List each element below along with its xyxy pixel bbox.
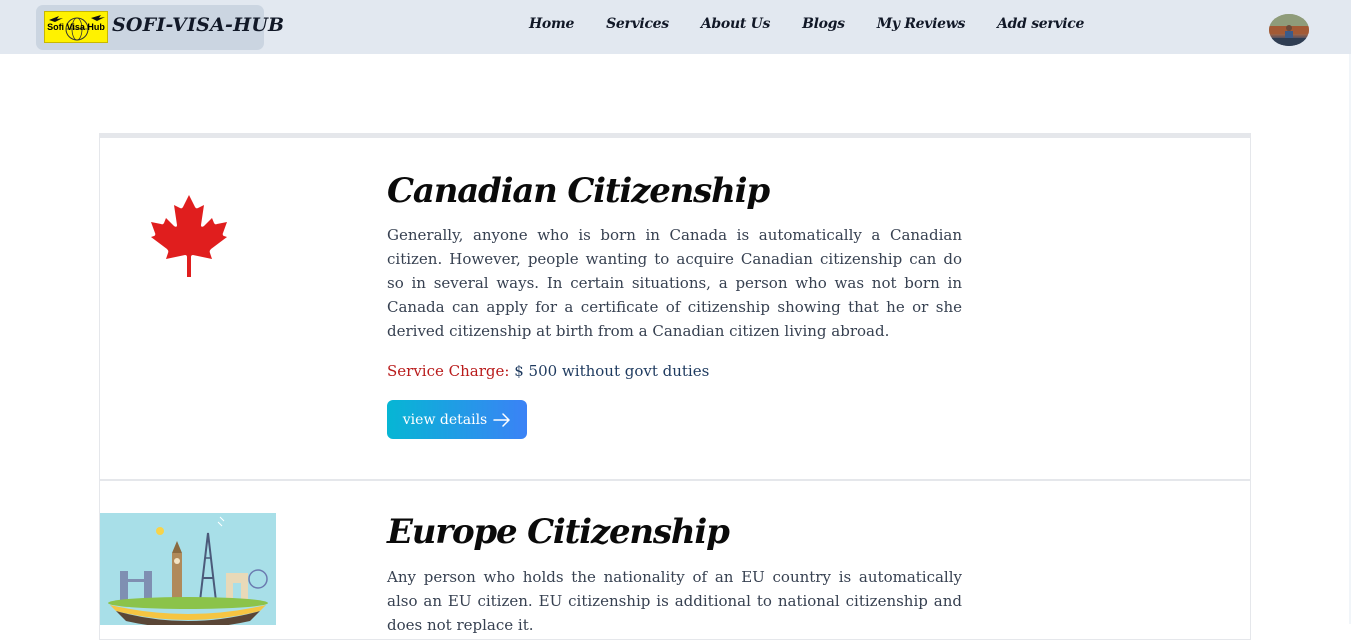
nav-home[interactable]: Home <box>529 16 574 32</box>
nav-blogs[interactable]: Blogs <box>802 16 845 32</box>
main-nav: Home Services About Us Blogs My Reviews … <box>529 16 1116 32</box>
service-description: Any person who holds the nationality of … <box>387 568 962 634</box>
nav-about-us[interactable]: About Us <box>701 16 771 32</box>
nav-services[interactable]: Services <box>606 16 669 32</box>
brand-name[interactable]: SOFI-VISA-HUB <box>112 14 284 36</box>
service-title: Europe Citizenship <box>387 512 730 552</box>
maple-leaf-icon <box>151 195 227 277</box>
service-charge-value: $ 500 without govt duties <box>514 362 710 380</box>
europe-illustration <box>100 513 276 625</box>
service-description: Generally, anyone who is born in Canada … <box>387 226 962 340</box>
service-charge: Service Charge: $ 500 without govt dutie… <box>387 362 709 380</box>
europe-landmarks-image <box>100 513 276 625</box>
service-card: Canadian Citizenship Generally, anyone w… <box>99 133 1251 480</box>
view-details-button[interactable]: view details <box>387 400 527 439</box>
avatar-photo <box>1269 14 1309 46</box>
view-details-label: view details <box>402 411 488 428</box>
logo-text: Sofi Visa Hub <box>47 22 105 32</box>
brand-link[interactable]: Sofi Visa Hub SOFI-VISA-HUB <box>36 5 284 50</box>
user-avatar[interactable] <box>1269 14 1309 46</box>
nav-add-service[interactable]: Add service <box>997 16 1084 32</box>
service-title: Canadian Citizenship <box>387 171 770 211</box>
service-charge-label: Service Charge: <box>387 362 510 380</box>
top-navbar: Sofi Visa Hub SOFI-VISA-HUB Home Service… <box>0 0 1351 54</box>
nav-my-reviews[interactable]: My Reviews <box>877 16 966 32</box>
arrow-right-icon <box>493 412 510 427</box>
service-card: Europe Citizenship Any person who holds … <box>99 480 1251 640</box>
brand-logo: Sofi Visa Hub <box>44 11 108 43</box>
